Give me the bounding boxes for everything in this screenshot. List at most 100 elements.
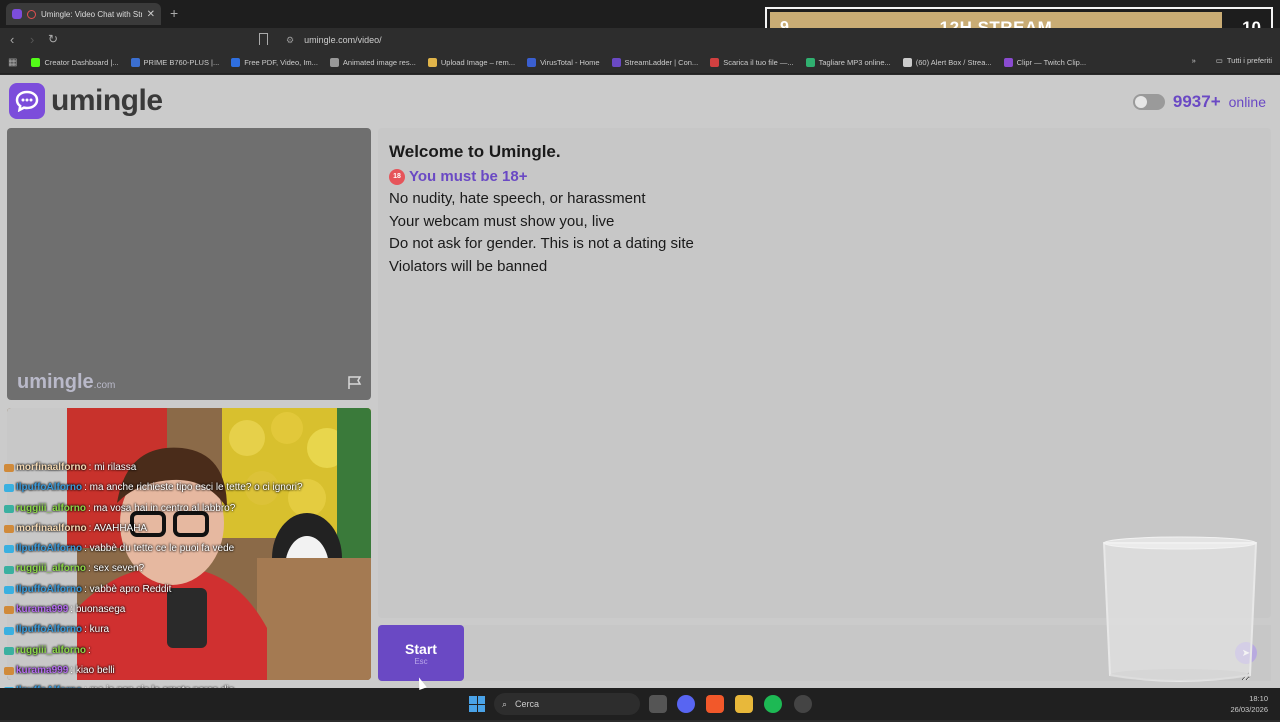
theme-toggle[interactable] (1132, 94, 1165, 110)
chat-badge-icon (4, 525, 14, 534)
bookmark-favicon-icon (31, 58, 41, 67)
online-indicator: 9937+ online (1132, 92, 1266, 112)
bookmark-item[interactable]: (60) Alert Box / Strea... (897, 58, 998, 67)
glass-overlay-image (1102, 536, 1258, 682)
spotify-icon[interactable] (764, 695, 782, 713)
bookmark-favicon-icon (231, 58, 241, 67)
chat-badge-icon (4, 646, 14, 655)
chat-badge-icon (4, 626, 14, 635)
chat-message: ruggiii_alforno: sex seven? (4, 559, 374, 579)
windows-taskbar: ⌕ Cerca 18:10 26/03/2026 (0, 688, 1280, 720)
chat-message: morfinaalforno: AVAHHAHA (4, 519, 374, 539)
report-flag-icon[interactable] (347, 376, 363, 390)
online-count: 9937+ (1172, 92, 1221, 111)
address-bar[interactable]: ⚙ umingle.com/video/ (280, 31, 760, 49)
chat-username: kurama999 (16, 664, 69, 676)
new-tab-button[interactable]: + (170, 5, 178, 21)
folder-icon: ▭ (1215, 56, 1223, 65)
bookmark-icon[interactable] (259, 33, 268, 45)
rule-line: No nudity, hate speech, or harassment (389, 190, 646, 207)
bookmark-item[interactable]: Scarica il tuo file —... (704, 58, 799, 67)
url-text: umingle.com/video/ (304, 35, 382, 45)
chat-username: morfinaalforno (16, 522, 87, 534)
chat-text: : (88, 644, 91, 656)
age-warning: 18 You must be 18+ (389, 168, 1260, 185)
video-watermark: umingle.com (17, 371, 116, 393)
chat-text: : sex seven? (88, 563, 145, 575)
chat-badge-icon (4, 484, 14, 493)
chat-message: ruggiii_alforno: ma vosa hai in centro a… (4, 499, 374, 519)
chat-badge-icon (4, 464, 14, 473)
bookmark-label: Scarica il tuo file —... (723, 58, 794, 67)
bookmark-label: Upload Image – rem... (440, 58, 516, 67)
online-label: online (1228, 94, 1266, 110)
chat-message: IlpuffoAlforno: ma anche richieste tipo … (4, 478, 374, 498)
search-icon: ⌕ (502, 698, 508, 709)
tab-umingle[interactable]: Umingle: Video Chat with Str ✕ (6, 3, 161, 25)
bookmark-label: Creator Dashboard |... (44, 58, 119, 67)
browser-window: Umingle: Video Chat with Str ✕ + 9 12H S… (0, 0, 1280, 720)
chat-text: : vabbè du tette ce le puoi fa vede (84, 543, 235, 555)
back-icon[interactable]: ‹ (10, 32, 14, 47)
chat-message: kurama999: kiao belli (4, 661, 374, 681)
clock-date: 26/03/2026 (1230, 705, 1268, 714)
taskbar-clock[interactable]: 18:10 26/03/2026 (1230, 693, 1268, 715)
chat-badge-icon (4, 545, 14, 554)
bookmark-item[interactable]: Creator Dashboard |... (25, 58, 124, 67)
chat-bubble-logo-icon (9, 83, 45, 119)
file-explorer-icon[interactable] (735, 695, 753, 713)
bookmark-item[interactable]: Free PDF, Video, Im... (225, 58, 324, 67)
apps-grid-icon[interactable]: ▦ (8, 57, 25, 68)
bookmark-label: StreamLadder | Con... (624, 58, 699, 67)
bookmark-favicon-icon (1003, 58, 1013, 67)
chat-username: morfinaalforno (16, 462, 87, 473)
bookmark-item[interactable]: VirusTotal - Home (521, 58, 605, 67)
discord-icon[interactable] (677, 695, 695, 713)
bookmark-label: Animated image res... (342, 58, 416, 67)
chat-username: kurama999 (16, 604, 69, 616)
bookmark-item[interactable]: Tagliare MP3 online... (800, 58, 897, 67)
task-view-icon[interactable] (649, 695, 667, 713)
bookmarks-more-button[interactable]: » (1192, 56, 1196, 65)
reload-icon[interactable]: ↻ (48, 32, 58, 46)
chat-badge-icon (4, 606, 14, 615)
chat-username: IlpuffoAlforno (16, 583, 83, 595)
chat-username: ruggiii_alforno (16, 644, 86, 656)
bookmarks-bar: ▦ Creator Dashboard |... PRIME B760-PLUS … (0, 52, 1280, 74)
windows-start-icon[interactable] (469, 696, 485, 712)
chat-message: IlpuffoAlforno: vabbè du tette ce le puo… (4, 539, 374, 559)
obs-icon[interactable] (794, 695, 812, 713)
chat-message: kurama999: buonasega (4, 600, 374, 620)
site-logo[interactable]: umingle (9, 83, 163, 119)
bookmark-item[interactable]: Clipr — Twitch Clip... (998, 58, 1092, 67)
chat-username: ruggiii_alforno (16, 563, 86, 575)
start-button[interactable]: Start Esc (378, 625, 464, 681)
chat-text: : ma vosa hai in centro al labbro? (88, 502, 236, 514)
bookmark-favicon-icon (130, 58, 140, 67)
taskbar-search[interactable]: ⌕ Cerca (494, 693, 640, 715)
bookmark-label: Clipr — Twitch Clip... (1016, 58, 1087, 67)
bookmark-label: (60) Alert Box / Strea... (915, 58, 992, 67)
clock-time: 18:10 (1249, 694, 1268, 703)
chat-text: : ma anche richieste tipo esci le tette?… (84, 482, 303, 494)
forward-icon[interactable]: › (30, 32, 34, 47)
brave-browser-icon[interactable] (706, 695, 724, 713)
chat-username: ruggiii_alforno (16, 502, 86, 514)
bookmark-item[interactable]: Upload Image – rem... (422, 58, 521, 67)
bookmark-favicon-icon (527, 58, 537, 67)
bookmark-item[interactable]: Animated image res... (324, 58, 422, 67)
bookmark-favicon-icon (427, 58, 437, 67)
welcome-heading: Welcome to Umingle. (389, 142, 561, 161)
bookmark-favicon-icon (902, 58, 912, 67)
all-bookmarks-link[interactable]: Tutti i preferiti (1227, 56, 1272, 65)
tab-title: Umingle: Video Chat with Str (41, 9, 142, 19)
bookmark-item[interactable]: StreamLadder | Con... (606, 58, 705, 67)
site-info-icon[interactable]: ⚙ (286, 35, 294, 46)
bookmark-label: VirusTotal - Home (540, 58, 600, 67)
bookmark-label: Tagliare MP3 online... (818, 58, 891, 67)
close-tab-icon[interactable]: ✕ (147, 9, 155, 20)
bookmark-item[interactable]: PRIME B760-PLUS |... (125, 58, 226, 67)
logo-text: umingle (51, 84, 163, 117)
chat-badge-icon (4, 565, 14, 574)
chat-message: IlpuffoAlforno: vabbè apro Reddit (4, 580, 374, 600)
